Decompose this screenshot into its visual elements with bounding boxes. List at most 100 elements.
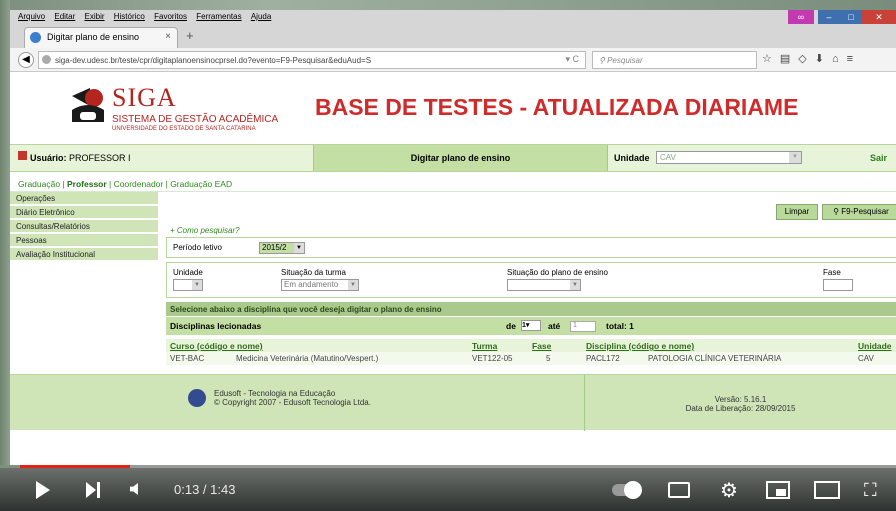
logo-subtitle: SISTEMA DE GESTÃO ACADÊMICA [112,114,279,125]
calendar-icon [18,151,27,160]
menu-exibir[interactable]: Exibir [85,10,105,24]
siga-logo-icon [72,88,104,122]
chevron-down-icon[interactable]: ▼ [294,243,304,253]
maximize-button[interactable]: □ [840,10,862,24]
menu-ajuda[interactable]: Ajuda [251,10,271,24]
cell-curso-name: Medicina Veterinária (Matutino/Vespert.) [236,354,379,363]
footer-credits: Edusoft - Tecnologia na Educação © Copyr… [214,389,371,407]
bookmarks-icon[interactable]: ▤ [780,53,798,65]
pocket-icon[interactable]: ◇ [798,53,814,65]
table-row[interactable]: VET-BAC Medicina Veterinária (Matutino/V… [166,352,896,365]
filter-situacao-turma-select[interactable]: Em andamento ▼ [281,279,359,291]
chevron-down-icon[interactable]: ▼ [348,280,358,290]
close-tab-icon[interactable]: × [165,31,171,42]
periodo-value: 2015/2 [262,243,287,252]
search-button[interactable]: ⚲ F9-Pesquisar [822,204,896,220]
periodo-select[interactable]: 2015/2 ▼ [259,242,305,254]
new-tab-icon[interactable]: + [186,28,194,43]
menu-bar: Arquivo Editar Exibir Histórico Favorito… [10,10,896,24]
menu-arquivo[interactable]: Arquivo [18,10,45,24]
help-link[interactable]: + Como pesquisar? [170,226,240,235]
play-icon[interactable] [36,481,50,499]
menu-historico[interactable]: Histórico [114,10,145,24]
filter-fase-input[interactable] [823,279,853,291]
filter-situacao-turma-label: Situação da turma [281,268,346,277]
column-curso[interactable]: Curso (código e nome) [170,341,263,351]
filter-unidade-label: Unidade [173,268,203,277]
profile-coordenador[interactable]: Coordenador [114,179,164,189]
disciplinas-bar: Disciplinas lecionadas de 1▾ até 1 total… [166,317,896,335]
window-controls: ∞ – □ ✕ [788,10,896,24]
profile-ead[interactable]: Graduação EAD [170,179,232,189]
back-button[interactable]: ◀ [18,52,34,68]
navigation-bar: ◀ siga-dev.udesc.br/teste/cpr/digitaplan… [10,48,896,72]
download-icon[interactable]: ⬇ [815,53,832,65]
cell-turma: VET122-05 [472,354,513,363]
chevron-down-icon[interactable]: ▼ [192,280,202,290]
volume-icon[interactable] [130,483,138,495]
cell-fase: 5 [546,354,551,363]
infinity-icon[interactable]: ∞ [788,10,814,24]
star-icon[interactable]: ☆ [762,53,780,65]
user-label: Usuário: [30,153,67,163]
column-disciplina[interactable]: Disciplina (código e nome) [586,341,694,351]
theater-mode-icon[interactable] [814,481,840,499]
cell-unidade: CAV [858,354,874,363]
close-window-button[interactable]: ✕ [862,10,896,24]
url-bar[interactable]: siga-dev.udesc.br/teste/cpr/digitaplanoe… [38,51,586,69]
sidebar-item-avaliacao[interactable]: Avaliação Institucional [10,248,158,261]
gear-icon[interactable]: ⚙ [720,478,738,503]
favicon-icon [30,32,41,43]
home-icon[interactable]: ⌂ [832,53,847,65]
logout-link[interactable]: Sair [870,153,887,163]
filter-situacao-turma-value: Em andamento [284,280,339,289]
column-fase[interactable]: Fase [532,341,551,351]
disciplinas-title: Disciplinas lecionadas [170,321,262,331]
unidade-select[interactable]: CAV ▼ [656,151,802,164]
logo-title: SIGA [112,83,177,112]
unidade-label: Unidade [614,153,650,163]
user-bar: Usuário: PROFESSOR I Digitar plano de en… [10,144,896,172]
subtitles-icon[interactable] [668,482,690,498]
menu-ferramentas[interactable]: Ferramentas [196,10,241,24]
filter-situacao-plano-select[interactable]: ▼ [507,279,581,291]
menu-editar[interactable]: Editar [54,10,75,24]
user-name: PROFESSOR I [69,153,131,163]
filter-unidade-select[interactable]: ▼ [173,279,203,291]
pager-ate-label: até [548,321,561,331]
chevron-down-icon[interactable]: ▼ [789,152,801,163]
menu-icon[interactable]: ≡ [847,53,861,65]
web-page: SIGA SISTEMA DE GESTÃO ACADÊMICA UNIVERS… [10,72,896,465]
autoplay-knob[interactable] [624,481,642,499]
backdrop-strip [0,0,10,465]
browser-tab[interactable]: Digitar plano de ensino × [24,27,178,48]
sidebar-item-operacoes[interactable]: Operações [10,192,158,205]
profile-professor[interactable]: Professor [67,179,107,189]
reload-icon[interactable]: ▾ C [565,54,579,65]
site-info-icon[interactable] [42,55,51,64]
chevron-down-icon[interactable]: ▼ [570,280,580,290]
total-label: total: [606,321,627,331]
edusoft-logo-icon [188,389,206,407]
fullscreen-icon[interactable]: ⛶ [864,480,877,501]
cell-disc-code: PACL172 [586,354,620,363]
column-turma[interactable]: Turma [472,341,497,351]
cell-disc-name: PATOLOGIA CLÍNICA VETERINÁRIA [648,354,782,363]
profile-bar: Graduação | Professor | Coordenador | Gr… [10,174,896,192]
toolbar-icons: ☆▤◇⬇⌂≡ [762,52,861,65]
search-input[interactable]: ⚲ Pesquisar [592,51,757,69]
column-unidade[interactable]: Unidade [858,341,892,351]
url-text: siga-dev.udesc.br/teste/cpr/digitaplanoe… [55,56,372,65]
next-icon[interactable] [86,482,96,498]
pager-to-input[interactable]: 1 [570,321,596,332]
sidebar-item-consultas[interactable]: Consultas/Relatórios [10,220,158,233]
footer-release-text: Data de Liberação: 28/09/2015 [685,404,796,413]
sidebar-item-diario[interactable]: Diário Eletrônico [10,206,158,219]
clear-button[interactable]: Limpar [776,204,818,220]
pager-from-select[interactable]: 1▾ [521,320,541,331]
sidebar-item-pessoas[interactable]: Pessoas [10,234,158,247]
menu-favoritos[interactable]: Favoritos [154,10,187,24]
footer-copyright: © Copyright 2007 - Edusoft Tecnologia Lt… [214,398,371,407]
profile-graduacao[interactable]: Graduação [18,179,60,189]
minimize-button[interactable]: – [818,10,840,24]
